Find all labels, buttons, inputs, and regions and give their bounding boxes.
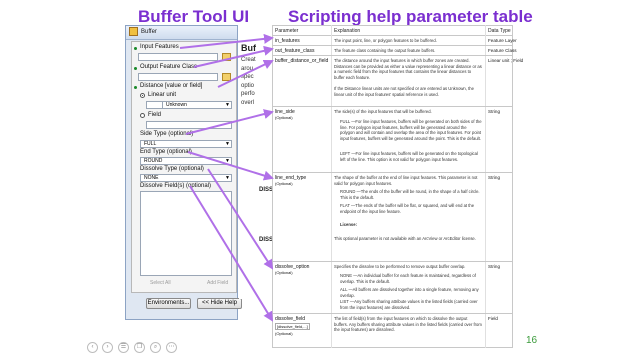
forward-glyph: ›: [106, 344, 109, 350]
forward-icon[interactable]: ›: [102, 342, 113, 353]
arrow-in-features: [179, 33, 274, 49]
menu-icon[interactable]: ☰: [118, 342, 129, 353]
more-icon[interactable]: ⋯: [166, 342, 177, 353]
zoom-icon[interactable]: ⌕: [150, 342, 161, 353]
arrow-dissolve-option: [207, 168, 274, 270]
back-icon[interactable]: ‹: [87, 342, 98, 353]
more-glyph: ⋯: [168, 344, 175, 350]
connector-arrows: [179, 33, 274, 322]
menu-glyph: ☰: [120, 344, 127, 350]
arrow-line-end-type: [187, 151, 274, 181]
back-glyph: ‹: [91, 344, 94, 350]
copy-glyph: ❐: [136, 344, 143, 350]
copy-icon[interactable]: ❐: [134, 342, 145, 353]
arrow-line-side: [185, 109, 274, 135]
arrow-out-feature-class: [193, 45, 274, 68]
zoom-glyph: ⌕: [153, 344, 158, 350]
arrow-buffer-distance: [217, 59, 274, 88]
page-number: 16: [526, 335, 538, 346]
